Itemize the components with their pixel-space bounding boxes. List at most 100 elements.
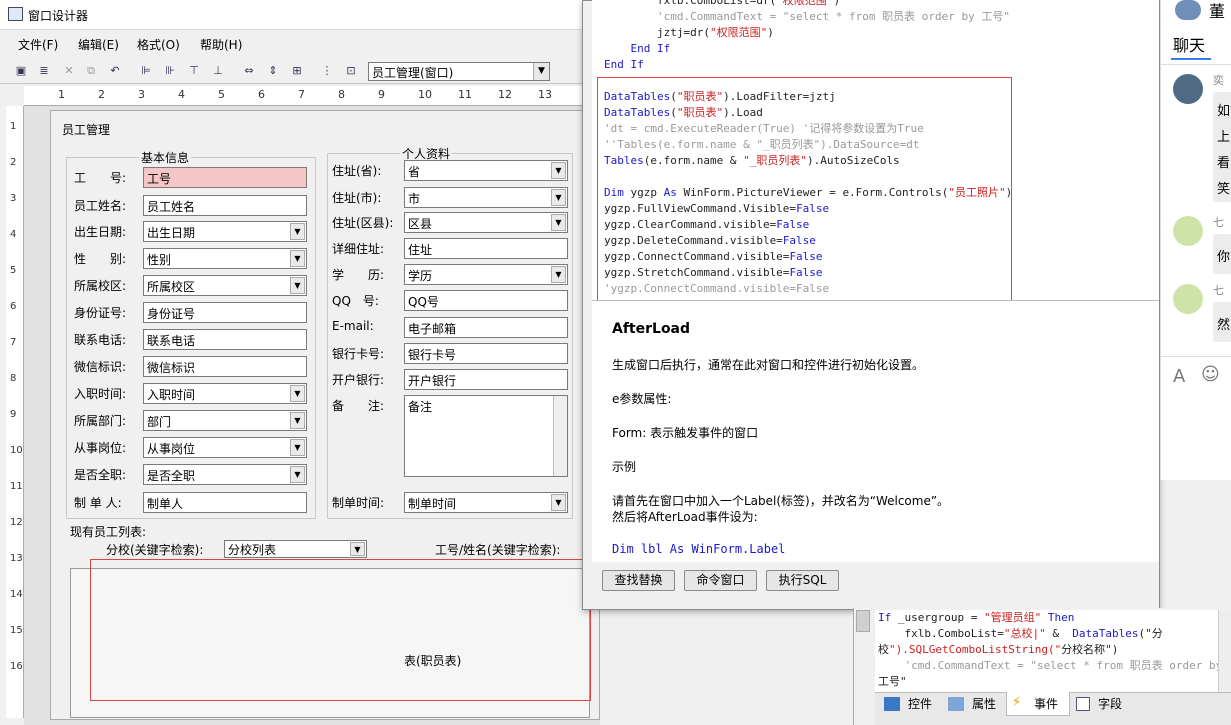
remark-textarea[interactable]: 备注 — [404, 395, 568, 477]
avatar[interactable] — [1173, 284, 1203, 314]
ruler-tick-label: 1 — [10, 121, 17, 132]
field-label: 制 单 人: — [74, 496, 122, 510]
chevron-down-icon[interactable]: ▼ — [290, 439, 305, 456]
chevron-down-icon[interactable]: ▼ — [290, 277, 305, 294]
chat-header-name: 董 — [1209, 2, 1226, 21]
properties-icon — [948, 697, 964, 711]
chevron-down-icon[interactable]: ▼ — [551, 214, 566, 231]
execute-sql-button[interactable]: 执行SQL — [766, 570, 839, 591]
divider — [1161, 356, 1231, 357]
field-input[interactable]: 工号 — [143, 167, 307, 188]
field-input[interactable]: 市 ▼ — [404, 187, 568, 208]
ruler-tick-label: 5 — [10, 265, 17, 276]
same-width-icon[interactable]: ⇔ — [240, 62, 258, 80]
copy-icon[interactable]: ⧉ — [82, 62, 100, 80]
chevron-down-icon[interactable]: ▼ — [533, 63, 549, 80]
tab-fields[interactable]: 字段 — [1098, 695, 1122, 712]
align-right-icon[interactable]: ⊪ — [161, 62, 179, 80]
tab-events[interactable]: 事件 — [1034, 695, 1058, 712]
chevron-down-icon[interactable]: ▼ — [551, 162, 566, 179]
remark-scrollbar[interactable] — [553, 396, 567, 476]
field-input[interactable]: 省 ▼ — [404, 160, 568, 181]
align-left-icon[interactable]: ⊫ — [137, 62, 155, 80]
chat-sender-3: 七 — [1213, 284, 1224, 297]
field-input[interactable]: 员工姓名 — [143, 195, 307, 216]
field-input[interactable]: 开户银行 — [404, 369, 568, 390]
chevron-down-icon[interactable]: ▼ — [290, 223, 305, 240]
menu-edit[interactable]: 编辑(E) — [78, 36, 119, 53]
branch-search-select[interactable]: 分校列表 ▼ — [224, 540, 367, 558]
tab-controls[interactable]: 控件 — [908, 695, 932, 712]
same-height-icon[interactable]: ⇕ — [264, 62, 282, 80]
remark-value: 备注 — [408, 400, 433, 414]
tab-order-icon[interactable]: ⋮ — [318, 62, 336, 80]
field-input[interactable]: 联系电话 — [143, 329, 307, 350]
field-input[interactable]: 银行卡号 — [404, 343, 568, 364]
field-value: 开户银行 — [408, 374, 457, 388]
menu-help[interactable]: 帮助(H) — [200, 36, 242, 53]
field-input[interactable]: 区县 ▼ — [404, 212, 568, 233]
field-input[interactable]: 出生日期 ▼ — [143, 221, 307, 242]
code-line: 'cmd.CommandText = "select * from 职员表 or… — [604, 10, 1010, 23]
field-input[interactable]: 制单时间 ▼ — [404, 492, 568, 513]
field-label: 所属校区: — [74, 279, 127, 293]
avatar[interactable] — [1173, 216, 1203, 246]
chevron-down-icon[interactable]: ▼ — [551, 189, 566, 206]
menu-file[interactable]: 文件(F) — [18, 36, 58, 53]
divider — [1161, 64, 1231, 65]
scrollbar-thumb[interactable] — [856, 610, 870, 632]
field-input[interactable]: QQ号 — [404, 290, 568, 311]
chevron-down-icon[interactable]: ▼ — [290, 385, 305, 402]
controls-icon — [884, 697, 900, 711]
menu-format[interactable]: 格式(O) — [137, 36, 180, 53]
field-label: 是否全职: — [74, 468, 127, 482]
field-input[interactable]: 入职时间 ▼ — [143, 383, 307, 404]
chevron-down-icon[interactable]: ▼ — [290, 412, 305, 429]
event-code-scrollbar[interactable] — [1218, 610, 1231, 692]
ruler-horizontal — [24, 86, 600, 106]
find-replace-button[interactable]: 查找替换 — [602, 570, 675, 591]
command-window-button[interactable]: 命令窗口 — [684, 570, 757, 591]
field-value: QQ号 — [408, 295, 439, 309]
chevron-down-icon[interactable]: ▼ — [290, 466, 305, 483]
chevron-down-icon[interactable]: ▼ — [290, 250, 305, 267]
chevron-down-icon[interactable]: ▼ — [350, 542, 365, 556]
field-input[interactable]: 住址 — [404, 238, 568, 259]
same-size-icon[interactable]: ⊞ — [288, 62, 306, 80]
field-input[interactable]: 性别 ▼ — [143, 248, 307, 269]
grid-icon[interactable]: ⊡ — [342, 62, 360, 80]
undo-icon[interactable]: ↶ — [106, 62, 124, 80]
help-text-5: 请首先在窗口中加入一个Label(标签)，并改名为“Welcome”。 — [612, 494, 950, 508]
font-icon[interactable]: A — [1173, 366, 1185, 387]
field-input[interactable]: 部门 ▼ — [143, 410, 307, 431]
chat-tab[interactable]: 聊天 — [1173, 32, 1205, 56]
field-value: 入职时间 — [147, 388, 196, 402]
chevron-down-icon[interactable]: ▼ — [551, 494, 566, 511]
field-input[interactable]: 学历 ▼ — [404, 264, 568, 285]
event-code-editor[interactable]: If _usergroup = "管理员组" Then fxlb.ComboLi… — [875, 610, 1218, 692]
field-input[interactable]: 微信标识 — [143, 356, 307, 377]
align-bottom-icon[interactable]: ⊥ — [209, 62, 227, 80]
window-select[interactable]: 员工管理(窗口) ▼ — [368, 62, 550, 81]
chat-sender-1: 奕 — [1213, 74, 1224, 87]
save-icon[interactable]: ▣ — [12, 62, 30, 80]
ruler-tick-label: 9 — [378, 88, 385, 101]
field-input[interactable]: 制单人 — [143, 492, 307, 513]
field-value: 市 — [408, 192, 421, 206]
chat-sender-2: 七 — [1213, 216, 1224, 229]
align-top-icon[interactable]: ⊤ — [185, 62, 203, 80]
emoji-icon[interactable]: ☺ — [1201, 364, 1220, 385]
field-input[interactable]: 身份证号 — [143, 302, 307, 323]
chat-tab-underline — [1171, 58, 1211, 60]
chevron-down-icon[interactable]: ▼ — [551, 266, 566, 283]
properties-icon[interactable]: ≣ — [35, 62, 53, 80]
basic-info-group-label: 基本信息 — [139, 149, 192, 166]
field-input[interactable]: 电子邮箱 — [404, 317, 568, 338]
field-input[interactable]: 是否全职 ▼ — [143, 464, 307, 485]
field-input[interactable]: 所属校区 ▼ — [143, 275, 307, 296]
field-value: 学历 — [408, 269, 433, 283]
field-input[interactable]: 从事岗位 ▼ — [143, 437, 307, 458]
avatar[interactable] — [1173, 74, 1203, 104]
cut-icon[interactable]: ✕ — [60, 62, 78, 80]
tab-properties[interactable]: 属性 — [972, 695, 996, 712]
